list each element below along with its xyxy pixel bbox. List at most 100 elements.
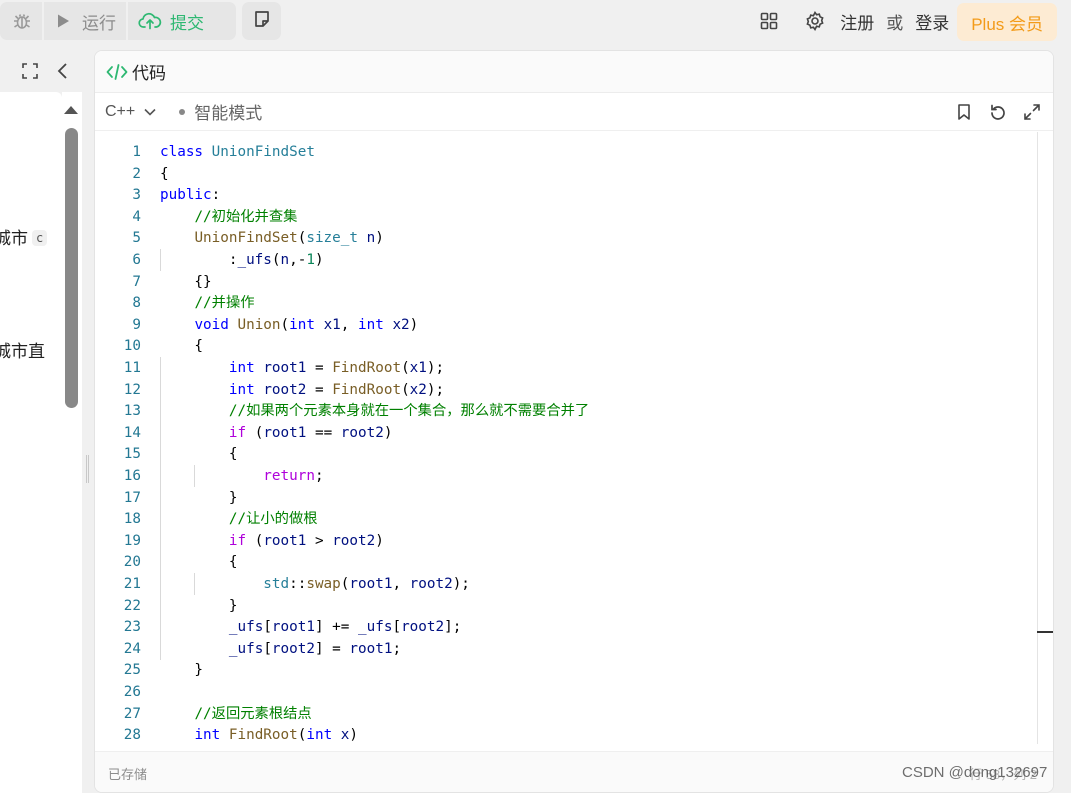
code-text: { <box>160 443 238 465</box>
code-token: { <box>160 338 204 355</box>
inline-code-tag: c <box>32 230 48 246</box>
code-text: } <box>160 487 238 509</box>
code-token: int <box>228 360 255 376</box>
code-text: int root1 = FindRoot(x1); <box>160 357 444 379</box>
line-number: 17 <box>123 489 141 506</box>
code-content[interactable]: 1 class UnionFindSet 2{3 public: 4 //初始化并查集 5… <box>95 132 1053 744</box>
code-line[interactable]: 2{ <box>95 163 1035 185</box>
code-text: { <box>160 335 203 357</box>
code-token: FindRoot <box>332 360 402 376</box>
code-line[interactable]: 23 _ufs[root1] += _ufs[root2]; <box>95 616 1035 639</box>
scrollbar-thumb[interactable] <box>65 128 78 408</box>
gear-icon[interactable] <box>802 8 828 34</box>
editor-actions <box>941 93 1043 131</box>
code-text: void Union(int x1, int x2) <box>160 314 418 336</box>
code-line[interactable]: 7 {} <box>95 271 1035 293</box>
editor-scrollbar-track[interactable] <box>1037 132 1038 744</box>
code-token: ,- <box>289 252 307 268</box>
line-number: 7 <box>132 273 141 290</box>
code-line[interactable]: 18 //让小的做根 <box>95 508 1035 531</box>
code-line[interactable]: 28 int FindRoot(int x) <box>95 724 1035 744</box>
register-link[interactable]: 注册 <box>840 9 874 34</box>
expand-icon[interactable] <box>1021 101 1043 123</box>
line-number: 13 <box>123 403 141 420</box>
debug-button[interactable] <box>0 2 42 40</box>
smart-mode-toggle[interactable]: 智能模式 <box>179 99 262 124</box>
code-token: > <box>306 532 333 549</box>
code-line[interactable]: 6 :_ufs(n,-1) <box>95 249 1035 271</box>
collapse-chevron-icon[interactable] <box>56 61 70 86</box>
code-line[interactable]: 17 } <box>95 486 1035 509</box>
code-token: int <box>228 381 255 398</box>
code-token: FindRoot <box>332 381 402 398</box>
reset-icon[interactable] <box>987 101 1009 123</box>
editor-title-bar: 代码 <box>95 51 1053 93</box>
code-line[interactable]: 21 std::swap(root1, root2); <box>95 573 1035 595</box>
code-line[interactable]: 13 //如果两个元素本身就在一个集合，那么就不需要合并了 <box>95 400 1035 423</box>
code-token: ) <box>349 727 359 744</box>
code-token: ( <box>246 424 264 441</box>
line-number: 10 <box>123 338 141 355</box>
code-token: ( <box>246 532 264 549</box>
code-line[interactable]: 9 void Union(int x1, int x2) <box>95 314 1035 336</box>
submit-button[interactable]: 提交 <box>128 2 214 40</box>
code-token: int <box>306 727 333 744</box>
code-token: { <box>160 165 169 182</box>
login-link[interactable]: 登录 <box>915 9 949 34</box>
scroll-up-arrow-icon[interactable] <box>64 106 78 114</box>
code-line[interactable]: 10 { <box>95 335 1035 357</box>
fullscreen-icon[interactable] <box>21 62 39 85</box>
bookmark-icon[interactable] <box>953 101 975 123</box>
code-token: 1 <box>306 252 315 268</box>
code-line[interactable]: 19 if (root1 > root2) <box>95 529 1035 552</box>
code-text: //如果两个元素本身就在一个集合，那么就不需要合并了 <box>160 400 589 422</box>
language-label: C++ <box>105 102 136 120</box>
code-token: root1 <box>349 640 393 657</box>
code-token: = <box>306 360 333 376</box>
code-line[interactable]: 22 } <box>95 594 1035 617</box>
code-text: //返回元素根结点 <box>160 703 312 725</box>
plus-membership-button[interactable]: Plus 会员 <box>957 3 1057 41</box>
code-line[interactable]: 14 if (root1 == root2) <box>95 421 1035 444</box>
code-line[interactable]: 3 public: <box>95 184 1035 206</box>
code-line[interactable]: 26 <box>95 681 1035 703</box>
code-token: swap <box>306 576 341 592</box>
code-line[interactable]: 25 } <box>95 659 1035 681</box>
code-line[interactable]: 20 { <box>95 551 1035 574</box>
code-line[interactable]: 15 { <box>95 443 1035 466</box>
code-line[interactable]: 8 //并操作 <box>95 292 1035 314</box>
code-token: x2 <box>409 381 427 398</box>
code-token: {} <box>160 273 212 290</box>
line-number: 22 <box>123 597 141 614</box>
code-line[interactable]: 1 class UnionFindSet <box>95 141 1035 163</box>
code-token: std <box>263 576 290 592</box>
code-line[interactable]: 12 int root2 = FindRoot(x2); <box>95 378 1035 401</box>
code-line[interactable]: 27 //返回元素根结点 <box>95 703 1035 725</box>
note-icon[interactable] <box>252 9 272 34</box>
code-token: ( <box>271 252 281 268</box>
code-line[interactable]: 16 return; <box>95 465 1035 487</box>
code-token: } <box>160 489 238 506</box>
code-token: == <box>306 424 341 441</box>
editor-toolbar: C++ 智能模式 <box>95 93 1053 131</box>
code-token: x1 <box>323 316 341 333</box>
code-line[interactable]: 5 UnionFindSet(size_t n) <box>95 227 1035 249</box>
run-button[interactable]: 运行 <box>44 2 126 40</box>
code-token: ) <box>383 424 393 441</box>
line-number: 14 <box>123 424 141 441</box>
code-line[interactable]: 4 //初始化并查集 <box>95 206 1035 228</box>
panel-resize-handle[interactable] <box>86 455 89 483</box>
code-token: //返回元素根结点 <box>194 705 312 722</box>
code-text: //并操作 <box>160 292 254 314</box>
layout-grid-icon[interactable] <box>756 8 782 34</box>
language-select[interactable]: C++ <box>105 103 157 121</box>
line-number: 3 <box>132 187 141 204</box>
code-token: ) <box>375 230 384 247</box>
code-line[interactable]: 24 _ufs[root2] = root1; <box>95 637 1035 660</box>
code-text: } <box>160 659 203 681</box>
code-line[interactable]: 11 int root1 = FindRoot(x1); <box>95 357 1035 379</box>
line-number: 12 <box>123 381 141 398</box>
